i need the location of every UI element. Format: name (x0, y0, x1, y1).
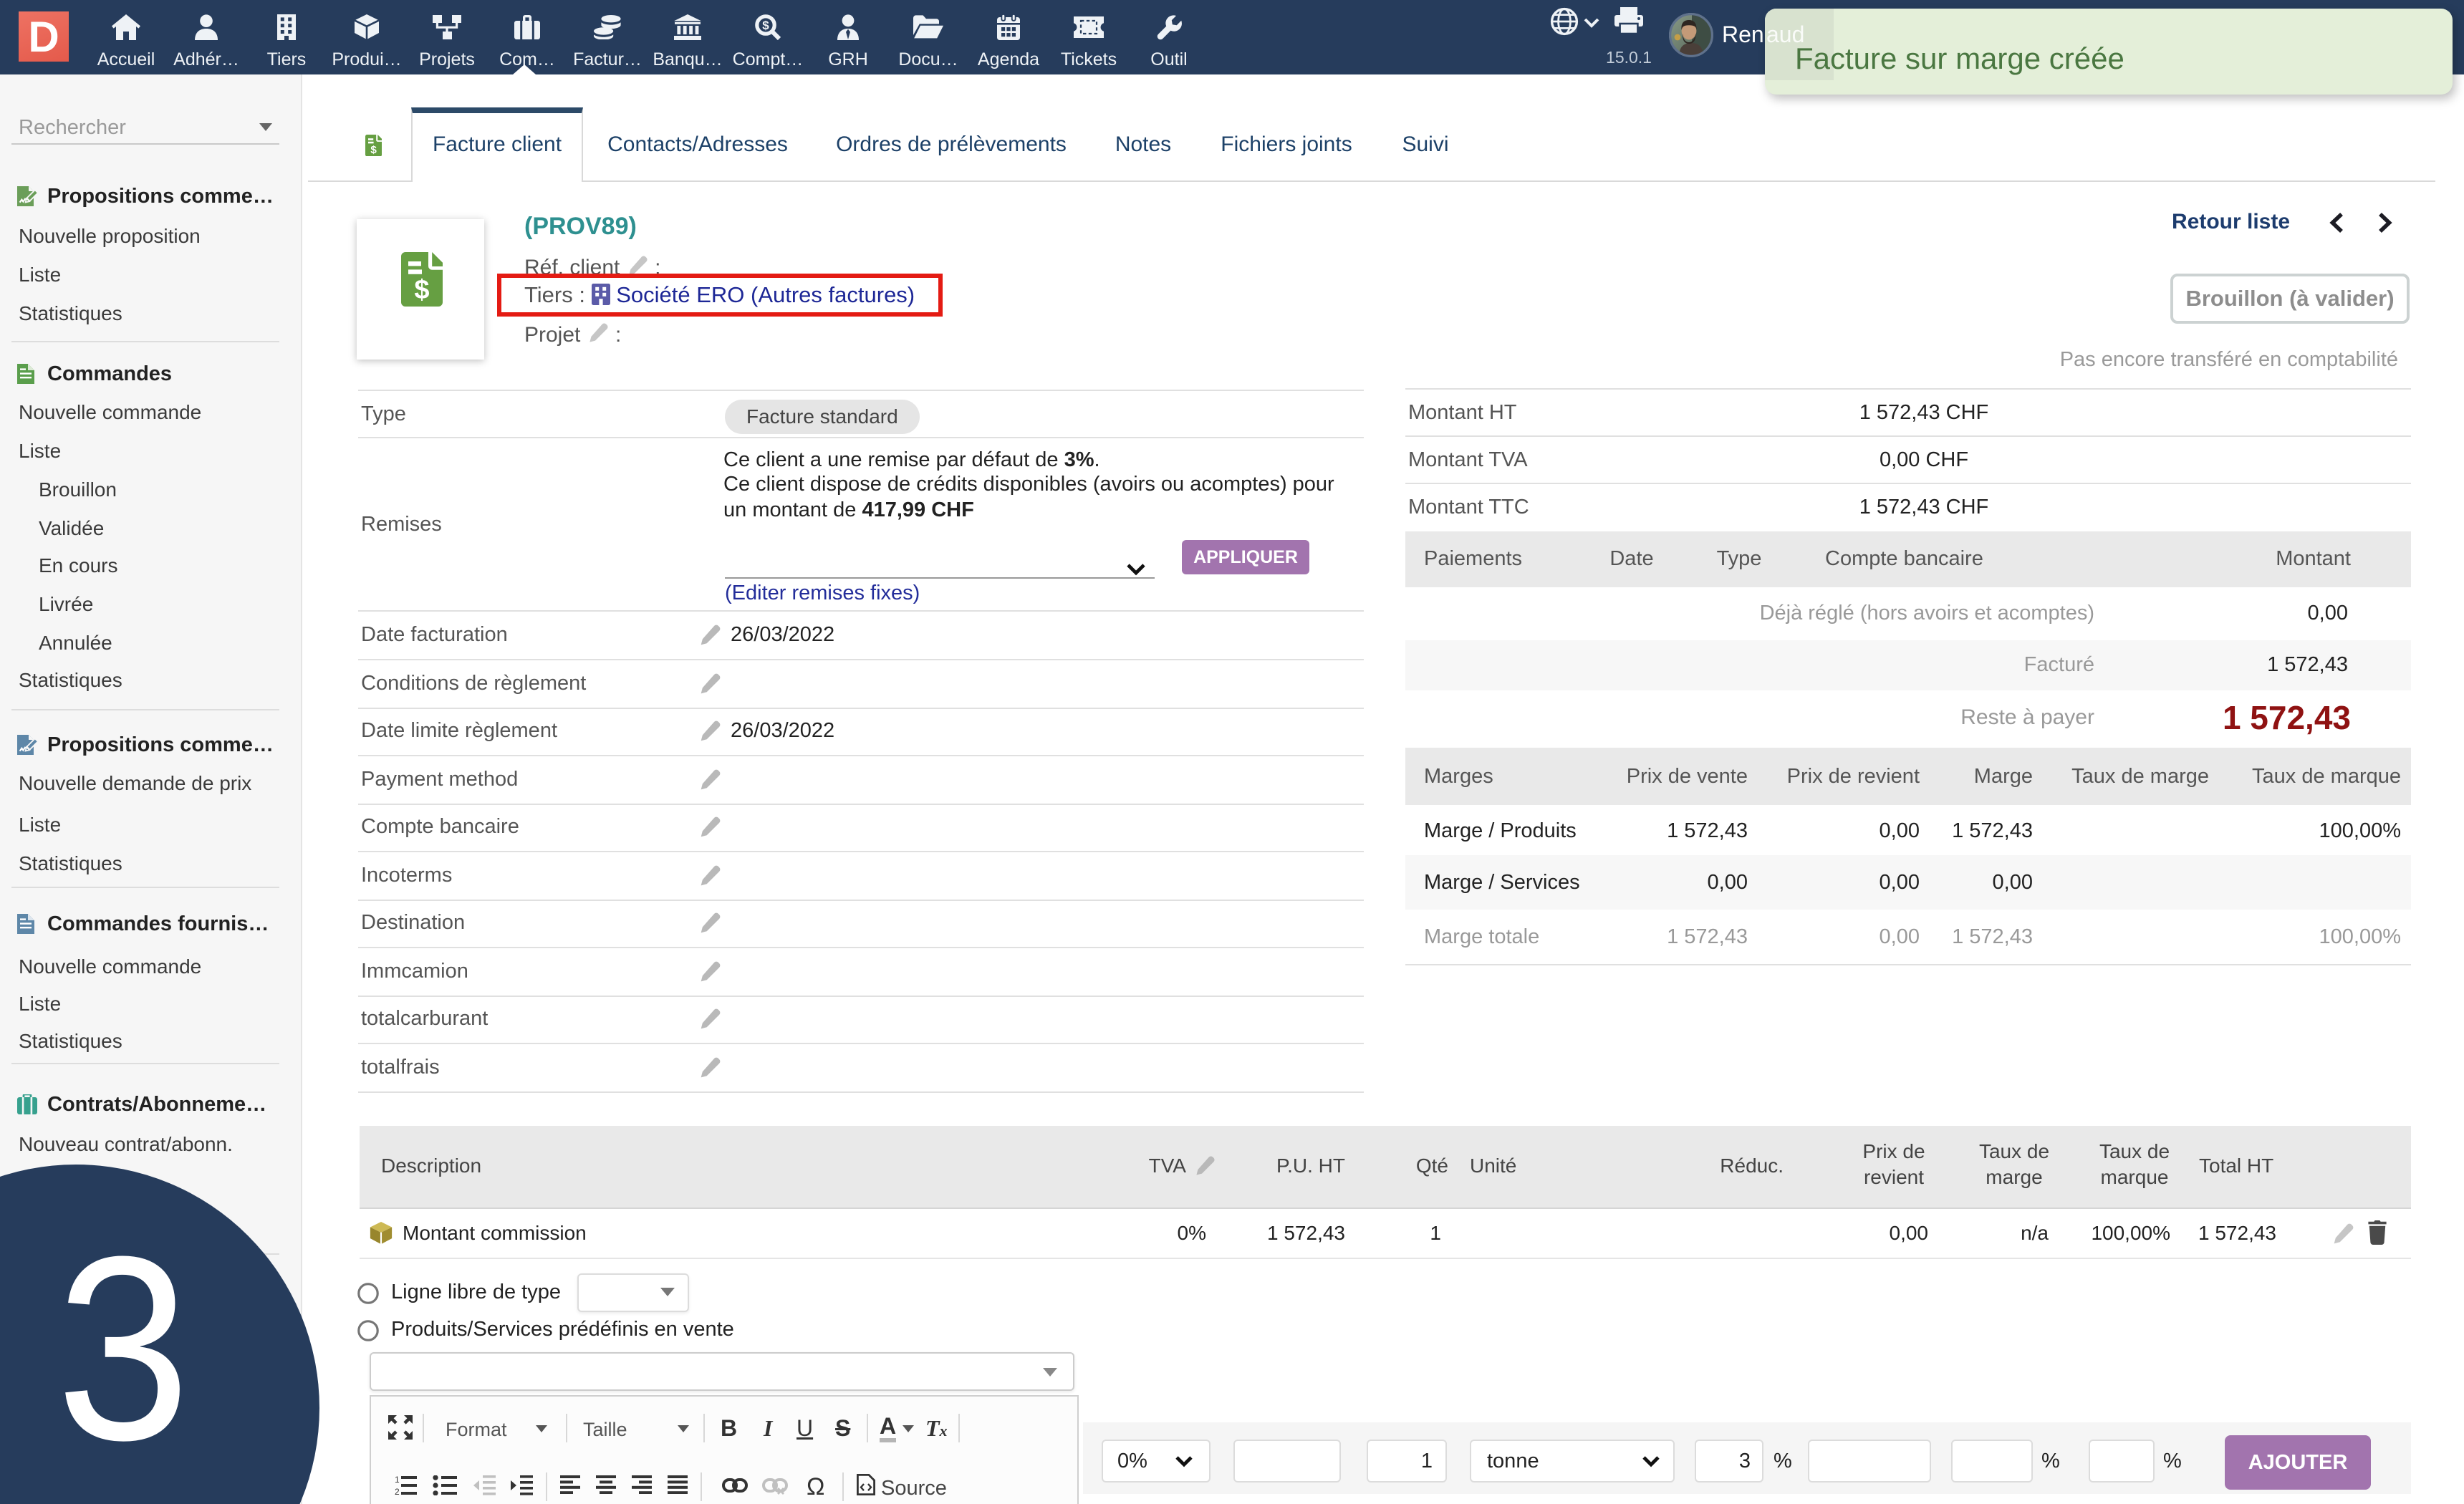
svg-text:$: $ (370, 144, 377, 156)
svg-text:1: 1 (395, 1475, 400, 1485)
svg-text:2: 2 (395, 1487, 400, 1495)
svg-text:$: $ (762, 19, 769, 32)
svg-text:$: $ (414, 275, 429, 305)
